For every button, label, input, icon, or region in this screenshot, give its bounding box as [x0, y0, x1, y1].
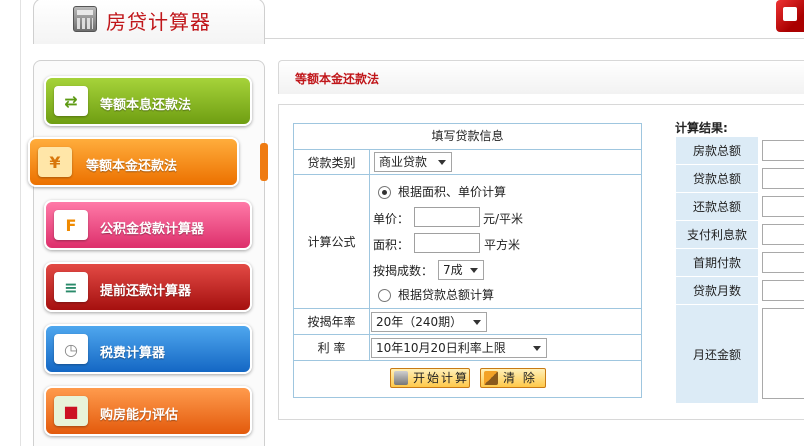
calculator-icon [394, 371, 408, 385]
chevron-down-icon [533, 346, 541, 351]
active-item-indicator [260, 143, 268, 181]
rate-value: 10年10月20日利率上限 [376, 341, 506, 355]
calc-method-label: 计算公式 [294, 175, 370, 308]
sidebar-item-label: 提前还款计算器 [100, 284, 192, 299]
area-input[interactable] [414, 233, 480, 253]
mortgage-ratio-select[interactable]: 7成 [438, 260, 484, 280]
chevron-down-icon [470, 268, 478, 273]
sidebar-item-tax[interactable]: ◷ 税费计算器 [44, 324, 252, 374]
result-label-interest: 支付利息款 [676, 221, 758, 248]
calculator-icon [73, 6, 97, 32]
term-label: 按揭年率 [294, 309, 370, 334]
section-header: 等额本金还款法 [278, 60, 804, 94]
term-select[interactable]: 20年（240期） [371, 312, 487, 332]
calculate-button-label: 开始计算 [413, 371, 470, 385]
clear-button-label: 清 除 [503, 371, 537, 385]
result-field-total-price[interactable] [762, 140, 804, 161]
area-unit: 平方米 [484, 238, 521, 252]
result-label-down-payment: 首期付款 [676, 249, 758, 276]
clock-icon: ◷ [54, 334, 88, 364]
result-field-loan-total[interactable] [762, 168, 804, 189]
mortgage-ratio-label: 按揭成数： [373, 264, 434, 278]
term-value: 20年（240期） [376, 315, 463, 329]
calc-method-row: 计算公式 根据面积、单价计算 单价： 元/平米 面积： 平方米 按揭成数： 7成… [294, 175, 641, 309]
radio-by-area[interactable] [378, 186, 391, 199]
radio-by-total[interactable] [378, 289, 391, 302]
money-icon: ¥ [38, 147, 72, 177]
sidebar-item-provident-fund[interactable]: F 公积金贷款计算器 [44, 200, 252, 250]
app-logo-icon[interactable] [776, 0, 804, 32]
loan-form: 填写贷款信息 贷款类别 商业贷款 计算公式 根据面积、单价计算 单价： 元/平米… [293, 123, 642, 398]
unit-price-input[interactable] [414, 207, 480, 227]
sidebar-item-label: 税费计算器 [100, 346, 166, 361]
swap-arrows-icon: ⇄ [54, 86, 88, 116]
result-label-loan-months: 贷款月数 [676, 277, 758, 304]
form-header-row: 填写贷款信息 [294, 124, 641, 150]
result-label-loan-total: 贷款总额 [676, 165, 758, 192]
rate-select[interactable]: 10年10月20日利率上限 [371, 338, 547, 358]
result-label-repayment-total: 还款总额 [676, 193, 758, 220]
loan-type-select[interactable]: 商业贷款 [374, 152, 452, 172]
result-field-interest[interactable] [762, 224, 804, 245]
sidebar-item-label: 购房能力评估 [100, 408, 179, 423]
loan-type-value: 商业贷款 [379, 155, 428, 169]
result-field-loan-months[interactable] [762, 280, 804, 301]
calculate-button[interactable]: 开始计算 [390, 368, 470, 388]
page-title: 房贷计算器 [106, 10, 211, 34]
result-field-down-payment[interactable] [762, 252, 804, 273]
unit-price-unit: 元/平米 [483, 212, 524, 226]
term-row: 按揭年率 20年（240期） [294, 309, 641, 335]
area-label: 面积： [373, 238, 410, 252]
sidebar-item-affordability[interactable]: ■ 购房能力评估 [44, 386, 252, 436]
form-header: 填写贷款信息 [431, 129, 504, 143]
chevron-down-icon [473, 320, 481, 325]
option-by-area-label: 根据面积、单价计算 [398, 185, 507, 199]
broom-icon [484, 371, 498, 385]
option-by-total-label: 根据贷款总额计算 [398, 288, 495, 302]
left-border-line [20, 0, 21, 446]
loan-type-label: 贷款类别 [294, 150, 370, 174]
unit-price-label: 单价： [373, 212, 410, 226]
result-label-monthly-payment: 月还金额 [676, 305, 758, 403]
rate-label: 利 率 [294, 335, 370, 360]
sidebar-item-label: 公积金贷款计算器 [100, 222, 205, 237]
result-field-repayment-total[interactable] [762, 196, 804, 217]
sidebar-item-equal-principal[interactable]: ¥ 等额本金还款法 [28, 137, 239, 187]
shopping-bags-icon: ■ [54, 396, 88, 426]
header-divider [265, 38, 804, 39]
mortgage-ratio-value: 7成 [443, 263, 463, 277]
clear-button[interactable]: 清 除 [480, 368, 546, 388]
sidebar-item-equal-installment[interactable]: ⇄ 等额本息还款法 [44, 76, 252, 126]
section-title: 等额本金还款法 [295, 72, 380, 86]
sidebar-item-prepayment[interactable]: ≡ 提前还款计算器 [44, 262, 252, 312]
loan-type-row: 贷款类别 商业贷款 [294, 150, 641, 175]
result-field-monthly-payment[interactable] [762, 308, 804, 399]
sidebar-item-label: 等额本息还款法 [100, 98, 192, 113]
results-title: 计算结果: [675, 121, 728, 135]
rate-row: 利 率 10年10月20日利率上限 [294, 335, 641, 361]
result-label-total-price: 房款总额 [676, 137, 758, 164]
chevron-down-icon [438, 160, 446, 165]
sidebar-item-label: 等额本金还款法 [86, 159, 178, 174]
notes-icon: ≡ [54, 272, 88, 302]
fund-icon: F [54, 210, 88, 240]
